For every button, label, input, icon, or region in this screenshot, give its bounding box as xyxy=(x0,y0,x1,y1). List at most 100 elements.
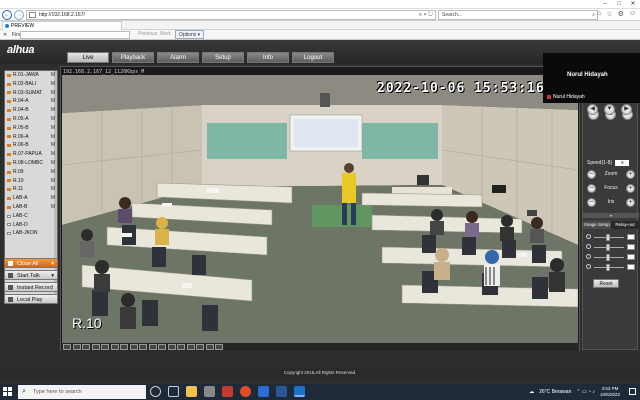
find-options-button[interactable]: Options ▾ xyxy=(175,30,205,39)
channel-item[interactable]: LAB-B M xyxy=(5,203,57,212)
find-previous-button[interactable]: Previous xyxy=(138,31,157,37)
notification-icon[interactable] xyxy=(629,388,636,395)
iris-plus-button[interactable]: + xyxy=(626,198,635,207)
record-icon[interactable] xyxy=(120,344,128,350)
windows-start-icon[interactable] xyxy=(3,387,13,397)
channel-item[interactable]: R.04-B M xyxy=(5,106,57,115)
main-stream-flag[interactable]: M xyxy=(51,97,55,106)
main-stream-flag[interactable]: M xyxy=(51,71,55,80)
camera-feed[interactable]: 2022-10-06 15:53:16 R.10 xyxy=(62,75,578,343)
speed-select[interactable]: 5 xyxy=(615,160,630,166)
ptz-right-button[interactable]: ▶ xyxy=(621,104,632,115)
layout-16-icon[interactable] xyxy=(91,344,100,350)
nav-tab-alarm[interactable]: Alarm xyxy=(157,52,199,63)
channel-item[interactable]: R.03-SUMAT M xyxy=(5,89,57,98)
tray-icons[interactable]: ⌃ ▭ ◔ ♪ xyxy=(576,389,595,395)
split-icon[interactable] xyxy=(215,344,223,350)
hue-slider[interactable] xyxy=(586,264,636,271)
ptz-left-button[interactable]: ◀ xyxy=(587,104,598,115)
channel-item[interactable]: LAB-JKON xyxy=(5,229,57,238)
refresh-icon[interactable]: ⌕ ▾ ↻ xyxy=(419,11,433,19)
settings-gear-icon[interactable]: ⚙ xyxy=(618,10,624,18)
channel-item[interactable]: R.07-PAPUA M xyxy=(5,150,57,159)
search-icon[interactable]: ⌕ xyxy=(592,11,595,19)
nav-tab-setup[interactable]: Setup xyxy=(202,52,244,63)
minimize-button[interactable]: – xyxy=(598,0,612,9)
start-talk-button[interactable]: Start Talk ▾ xyxy=(4,270,58,280)
outlook-icon[interactable] xyxy=(258,386,269,397)
channel-item[interactable]: R.10 M xyxy=(5,177,57,186)
channel-item[interactable]: R.05-A M xyxy=(5,115,57,124)
layout-9-icon[interactable] xyxy=(82,344,90,350)
ptz-down-button[interactable]: ▼ xyxy=(604,104,615,115)
saturation-slider[interactable] xyxy=(586,254,636,261)
main-stream-flag[interactable]: M xyxy=(51,185,55,194)
focus-minus-button[interactable]: − xyxy=(587,184,596,193)
brightness-slider[interactable] xyxy=(586,234,636,241)
chrome-icon[interactable] xyxy=(240,386,251,397)
fluency-icon[interactable] xyxy=(177,344,185,350)
forward-button[interactable]: → xyxy=(14,9,24,20)
cortana-icon[interactable] xyxy=(150,386,161,397)
snapshot-icon[interactable] xyxy=(110,344,119,350)
slider-thumb[interactable] xyxy=(606,234,610,241)
nav-tab-live[interactable]: Live xyxy=(67,52,109,63)
main-stream-flag[interactable]: M xyxy=(51,80,55,89)
panel-collapse-toggle[interactable]: ▾ xyxy=(583,213,639,218)
find-next-button[interactable]: Next xyxy=(160,31,170,37)
close-find-icon[interactable]: ✕ xyxy=(3,32,9,38)
fullscreen-icon[interactable] xyxy=(101,344,109,350)
channel-item[interactable]: R.11 M xyxy=(5,185,57,194)
clock[interactable]: 3:53 PM 10/6/2022 xyxy=(600,386,620,398)
sync-icon[interactable] xyxy=(158,344,166,350)
main-stream-flag[interactable]: M xyxy=(51,89,55,98)
channel-item[interactable]: R.09 M xyxy=(5,168,57,177)
zoom-in-button[interactable]: + xyxy=(626,170,635,179)
taskbar-search-input[interactable]: ⌕ Type here to search xyxy=(18,385,146,399)
grid-icon[interactable] xyxy=(205,344,214,350)
layout-4-icon[interactable] xyxy=(72,344,81,350)
realtime-icon[interactable] xyxy=(186,344,195,350)
iris-minus-button[interactable]: − xyxy=(587,198,596,207)
contrast-slider[interactable] xyxy=(586,244,636,251)
channel-item[interactable]: LAB-A M xyxy=(5,194,57,203)
browser-tab-preview[interactable]: PREVIEW xyxy=(2,21,122,30)
slider-thumb[interactable] xyxy=(606,254,610,261)
main-stream-flag[interactable]: M xyxy=(51,141,55,150)
slider-thumb[interactable] xyxy=(606,264,610,271)
main-stream-flag[interactable]: M xyxy=(51,194,55,203)
scale-icon[interactable] xyxy=(167,344,176,350)
talk-icon[interactable] xyxy=(148,344,157,350)
zoom-out-button[interactable]: − xyxy=(587,170,596,179)
smiley-icon[interactable]: ☺ xyxy=(629,10,636,18)
main-stream-flag[interactable]: M xyxy=(51,115,55,124)
channel-item[interactable]: R.01-JAWA M xyxy=(5,71,57,80)
tab-relay-out[interactable]: Relay-out xyxy=(611,221,639,229)
nav-tab-playback[interactable]: Playback xyxy=(112,52,154,63)
focus-plus-button[interactable]: + xyxy=(626,184,635,193)
browser-search-input[interactable]: Search... ⌕ xyxy=(438,10,598,20)
channel-item[interactable]: R.06-A M xyxy=(5,133,57,142)
url-field[interactable]: http://192.168.2.167/ ⌕ ▾ ↻ xyxy=(26,10,436,20)
favorites-icon[interactable]: ☆ xyxy=(606,10,612,18)
close-window-button[interactable]: ✕ xyxy=(626,0,640,9)
main-stream-flag[interactable]: M xyxy=(51,124,55,133)
live-video-panel[interactable]: 192.168.2.167_12_1120Kbps_M 2022-10-06 1… xyxy=(60,66,580,351)
file-explorer-icon[interactable] xyxy=(186,386,197,397)
task-view-icon[interactable] xyxy=(168,386,179,397)
local-play-button[interactable]: Local Play xyxy=(4,294,58,304)
channel-item[interactable]: LAB-C xyxy=(5,212,57,221)
main-stream-flag[interactable]: M xyxy=(51,150,55,159)
close-all-button[interactable]: Close All ▾ xyxy=(4,258,58,268)
find-input[interactable] xyxy=(20,31,130,39)
channel-item[interactable]: R.06-B M xyxy=(5,141,57,150)
nav-tab-logout[interactable]: Logout xyxy=(292,52,334,63)
internet-explorer-icon[interactable] xyxy=(294,386,305,397)
tab-image-setup[interactable]: Image Setup xyxy=(583,221,611,229)
reset-button[interactable]: Reset xyxy=(593,279,619,288)
main-stream-flag[interactable]: M xyxy=(51,159,55,168)
zoom-icon[interactable] xyxy=(129,344,138,350)
chevron-down-icon[interactable]: ▾ xyxy=(51,271,54,281)
layout-1-icon[interactable] xyxy=(63,344,71,350)
maximize-button[interactable]: □ xyxy=(612,0,626,9)
